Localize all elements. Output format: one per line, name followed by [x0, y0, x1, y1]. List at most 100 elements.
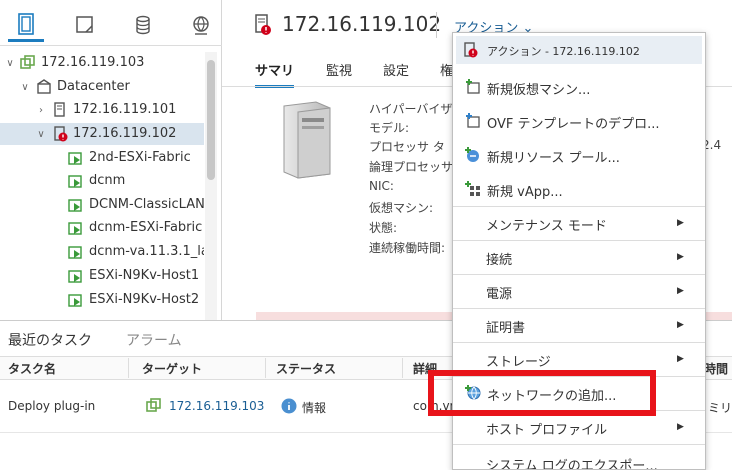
tree-item-vm[interactable]: dcnm	[0, 170, 204, 192]
summary-nic-label: NIC:	[369, 179, 394, 193]
info-icon	[281, 398, 297, 414]
vm-powered-on-icon	[68, 222, 82, 235]
tab-alarms[interactable]: アラーム	[126, 330, 182, 350]
menu-item-label: 電源	[486, 287, 513, 302]
navigator-scrollbar-thumb[interactable]	[207, 60, 215, 180]
tree-item-vm[interactable]: dcnm-va.11.3.1_la...	[0, 241, 204, 263]
host-icon	[54, 102, 65, 117]
task-name-cell: Deploy plug-in	[8, 399, 96, 413]
summary-logical-processors-label: 論理プロセッサ	[369, 160, 454, 174]
submenu-arrow-icon: ▶	[677, 422, 684, 432]
vcenter-icon	[146, 398, 161, 412]
host-alert-icon	[54, 126, 68, 142]
menu-item-deploy-ovf[interactable]: OVF テンプレートのデプロ...	[453, 104, 705, 138]
summary-processor-type-label: プロセッサ タ	[369, 140, 445, 154]
menu-item-connection[interactable]: 接続 ▶	[453, 241, 705, 274]
tree-item-label: 172.16.119.103	[41, 55, 145, 70]
tree-item-label: DCNM-ClassicLAN	[89, 197, 204, 212]
menu-item-maintenance-mode[interactable]: メンテナンス モード ▶	[453, 207, 705, 240]
vm-powered-on-icon	[68, 152, 82, 165]
tree-item-vm[interactable]: dcnm-ESXi-Fabric	[0, 217, 204, 239]
vapp-icon	[465, 181, 480, 196]
new-vm-icon	[466, 79, 480, 94]
submenu-arrow-icon: ▶	[677, 354, 684, 364]
column-divider[interactable]	[128, 358, 129, 378]
menu-item-label: ストレージ	[486, 355, 551, 370]
chevron-down-icon[interactable]: ∨	[5, 58, 15, 69]
menu-item-label: 証明書	[486, 321, 526, 336]
tree-item-label: 172.16.119.101	[73, 102, 177, 117]
chevron-down-icon[interactable]: ∨	[20, 82, 30, 93]
task-target-link[interactable]: 172.16.119.103	[169, 399, 264, 413]
resource-pool-icon	[465, 147, 479, 162]
vm-powered-on-icon	[68, 246, 82, 259]
summary-vms-label: 仮想マシン:	[369, 201, 434, 215]
tree-item-datacenter[interactable]: ∨ Datacenter	[0, 76, 204, 98]
menu-item-label: 新規リソース プール...	[487, 151, 620, 166]
summary-state-label: 状態:	[369, 221, 398, 235]
tree-item-vcenter[interactable]: ∨ 172.16.119.103	[0, 52, 204, 74]
vms-templates-tab[interactable]	[67, 8, 103, 42]
tree-item-label: dcnm-ESXi-Fabric	[89, 220, 203, 235]
inventory-tree: ∨ 172.16.119.103 ∨ Datacenter › 172.16.1…	[0, 52, 204, 320]
vms-templates-icon	[76, 16, 93, 33]
menu-item-new-vm[interactable]: 新規仮想マシン...	[453, 70, 705, 104]
submenu-arrow-icon: ▶	[677, 252, 684, 262]
tree-item-label: 172.16.119.102	[73, 126, 177, 141]
task-status-cell: 情報	[302, 401, 327, 415]
submenu-arrow-icon: ▶	[677, 320, 684, 330]
hosts-clusters-tab[interactable]	[8, 8, 44, 42]
tree-item-host-selected[interactable]: ∨ 172.16.119.102	[0, 123, 204, 145]
host-alert-icon	[464, 42, 478, 58]
tree-item-vm[interactable]: DCNM-ClassicLAN	[0, 194, 204, 216]
summary-hypervisor-label: ハイパーバイザ	[369, 102, 453, 116]
menu-item-label: 新規仮想マシン...	[487, 83, 591, 98]
page-title: 172.16.119.102	[282, 12, 442, 36]
menu-item-new-resource-pool[interactable]: 新規リソース プール...	[453, 138, 705, 172]
tab-summary[interactable]: サマリ	[255, 60, 295, 88]
tree-item-vm[interactable]: 2nd-ESXi-Fabric	[0, 147, 204, 169]
tree-item-label: dcnm	[89, 173, 126, 188]
menu-item-label: OVF テンプレートのデプロ...	[487, 117, 660, 132]
vm-powered-on-icon	[68, 199, 82, 212]
column-divider[interactable]	[265, 358, 266, 378]
deploy-ovf-icon	[466, 113, 480, 128]
submenu-arrow-icon: ▶	[677, 286, 684, 296]
column-time[interactable]: 時間	[704, 360, 728, 377]
column-divider[interactable]	[402, 358, 403, 378]
menu-item-power[interactable]: 電源 ▶	[453, 275, 705, 308]
storage-icon	[136, 15, 150, 35]
column-target[interactable]: ターゲット	[142, 360, 202, 377]
vm-powered-on-icon	[68, 175, 82, 188]
storage-tab[interactable]	[125, 8, 161, 42]
tree-item-vm[interactable]: ESXi-N9Kv-Host1	[0, 265, 204, 287]
networking-icon	[193, 16, 209, 35]
navigator-tabs	[0, 0, 222, 46]
tree-item-host[interactable]: › 172.16.119.101	[0, 99, 204, 121]
tab-recent-tasks[interactable]: 最近のタスク	[8, 330, 92, 359]
tab-monitor[interactable]: 監視	[326, 60, 352, 79]
column-task-name[interactable]: タスク名	[8, 360, 56, 377]
vm-powered-on-icon	[68, 294, 82, 307]
task-time-cell: ミリ秒	[708, 401, 732, 415]
tree-item-vm[interactable]: ESXi-N9Kv-Host2	[0, 289, 204, 311]
submenu-arrow-icon: ▶	[677, 218, 684, 228]
tree-item-label: dcnm-va.11.3.1_la...	[89, 244, 204, 259]
tab-configure[interactable]: 設定	[383, 60, 409, 79]
vcenter-icon	[20, 55, 35, 69]
chevron-right-icon[interactable]: ›	[36, 105, 46, 116]
networking-tab[interactable]	[183, 8, 219, 42]
chevron-down-icon[interactable]: ∨	[36, 129, 46, 140]
menu-item-new-vapp[interactable]: 新規 vApp...	[453, 172, 705, 206]
menu-item-export-system-logs[interactable]: システム ログのエクスポー...	[453, 445, 705, 469]
menu-item-label: 新規 vApp...	[487, 185, 563, 200]
datacenter-icon	[37, 79, 51, 94]
menu-item-label: 接続	[486, 253, 513, 268]
column-status[interactable]: ステータス	[276, 360, 336, 377]
title-divider	[436, 12, 437, 38]
host-alert-icon	[255, 14, 271, 35]
tree-item-label: Datacenter	[57, 79, 130, 94]
menu-item-certificates[interactable]: 証明書 ▶	[453, 309, 705, 342]
tree-item-label: ESXi-N9Kv-Host2	[89, 292, 200, 307]
menu-item-label: メンテナンス モード	[486, 219, 607, 234]
